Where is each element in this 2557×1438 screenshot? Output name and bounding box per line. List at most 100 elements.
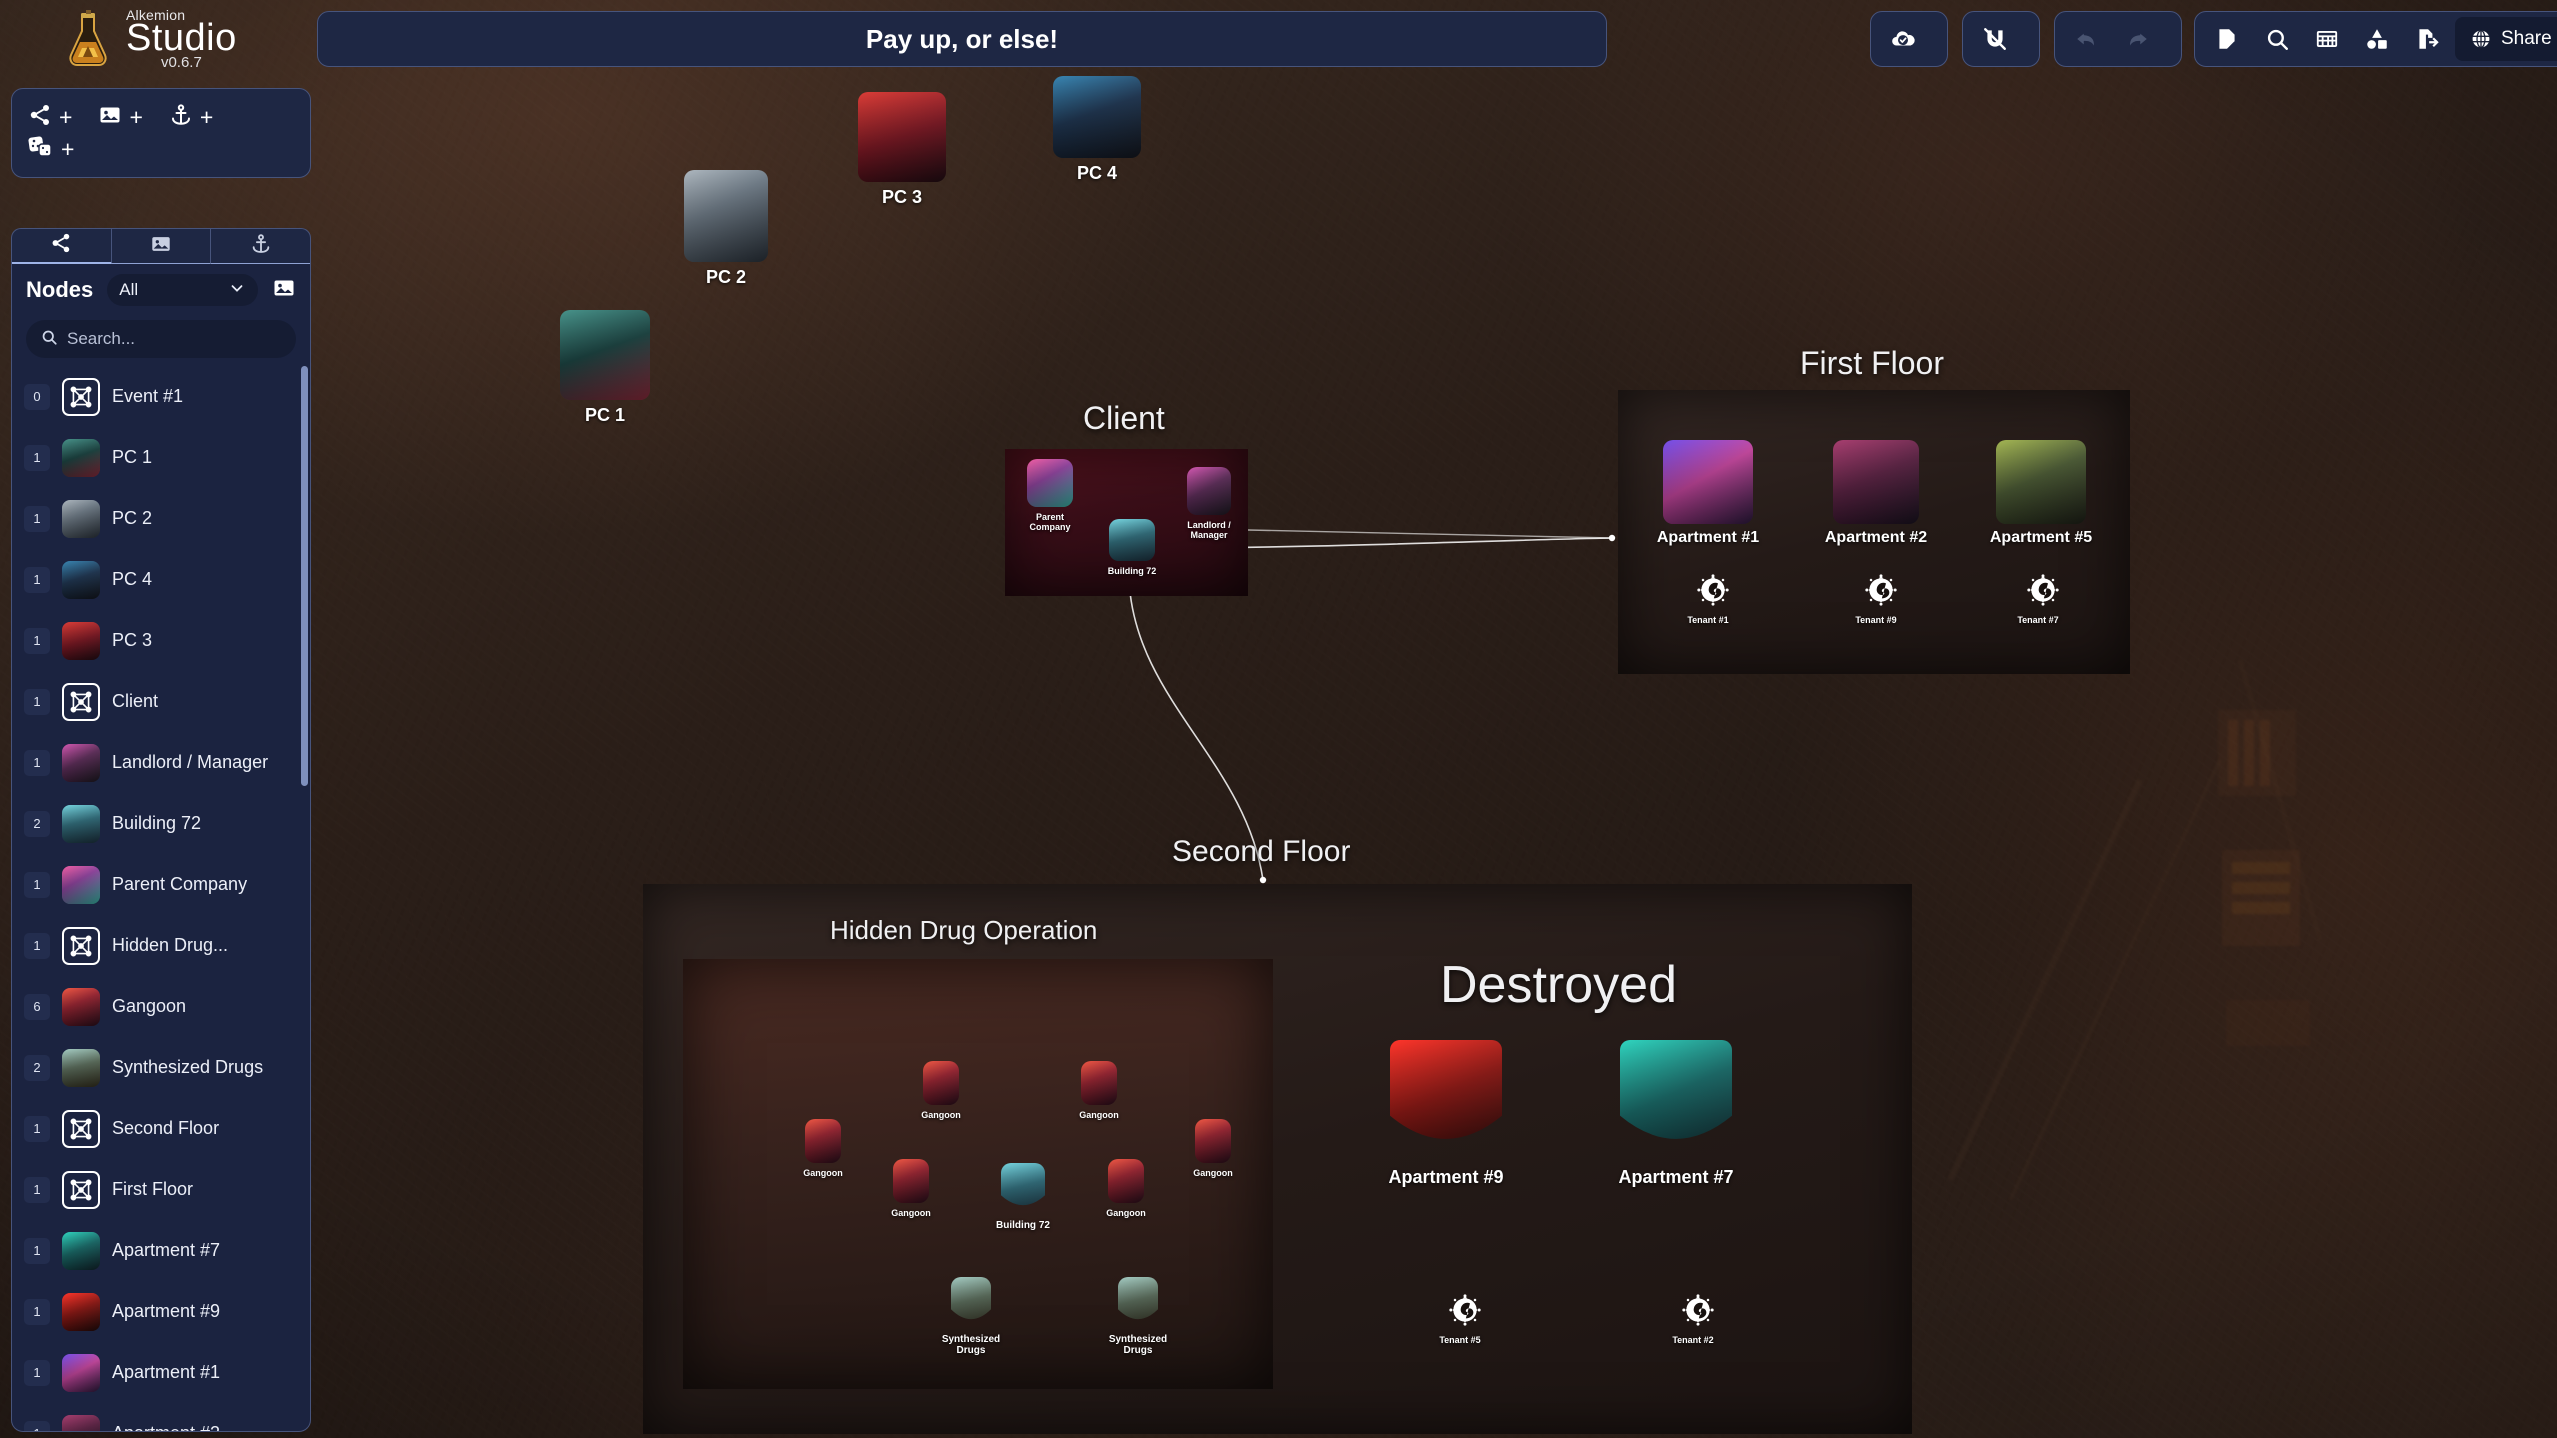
node-label: Parent Company — [1029, 512, 1071, 532]
search-button[interactable] — [2255, 17, 2299, 61]
node-thumbnail — [1109, 519, 1155, 561]
tenant-sigil-icon — [2023, 570, 2063, 610]
cluster-child-node[interactable]: Apartment #2 — [1825, 440, 1932, 547]
cluster-child-node[interactable]: Landlord / Manager — [1187, 467, 1241, 540]
node-list[interactable]: 0 Event #1 1 PC 1 1 PC 2 1 PC 4 1 PC 3 1 Client 1 Lan… — [12, 366, 310, 1431]
tab-nodes[interactable] — [12, 229, 112, 264]
synthesized-drugs-node[interactable]: Synthesized Drugs — [942, 1277, 1006, 1356]
redo-button[interactable] — [2115, 17, 2159, 61]
tenant-sigil-icon — [1693, 570, 1733, 610]
node-list-item-label: Parent Company — [112, 874, 248, 894]
add-dice-button[interactable]: + — [28, 135, 74, 164]
gangoon-node[interactable]: Gangoon — [921, 1061, 973, 1120]
grid-button[interactable] — [2305, 17, 2349, 61]
node-list-item[interactable]: 1 PC 2 — [12, 488, 302, 549]
main-toolbar-group: Share — [2194, 11, 2557, 67]
node-list-item[interactable]: 6 Gangoon — [12, 976, 302, 1037]
file-export-button[interactable] — [2405, 17, 2449, 61]
node-graph-canvas[interactable]: PC 1 PC 2 PC 3 PC 4 Client Parent Company Land… — [0, 0, 2557, 1438]
node-list-item[interactable]: 1 Apartment #7 — [12, 1220, 302, 1281]
node-list-item[interactable]: 1 Parent Company — [12, 854, 302, 915]
node-list-item[interactable]: 1 Apartment #2 — [12, 1403, 302, 1431]
node-list-item[interactable]: 1 Second Floor — [12, 1098, 302, 1159]
tenant-node[interactable]: Tenant #1 — [1687, 570, 1738, 625]
synthesized-drugs-node[interactable]: Synthesized Drugs — [1109, 1277, 1173, 1356]
node-list-item[interactable]: 0 Event #1 — [12, 366, 302, 427]
building-72-node[interactable]: Building 72 — [996, 1163, 1058, 1231]
node-list-scrollbar[interactable] — [301, 366, 308, 786]
node-list-item-label: PC 4 — [112, 569, 153, 589]
node-thumbnail — [1027, 459, 1073, 507]
add-anchor-button[interactable]: + — [169, 103, 213, 132]
destroyed-apartment-node[interactable]: Apartment #7 — [1618, 1040, 1739, 1188]
add-node-button[interactable]: + — [28, 103, 72, 132]
node-thumbnail — [1663, 440, 1753, 524]
add-node-plus: + — [59, 103, 73, 130]
share-button[interactable]: Share — [2455, 17, 2557, 61]
project-title-bar[interactable]: Pay up, or else! — [317, 11, 1607, 67]
magnet-off-button[interactable] — [1973, 17, 2017, 61]
undo-button[interactable] — [2065, 17, 2109, 61]
node-label: Gangoon — [891, 1208, 931, 1218]
node-label: Gangoon — [921, 1110, 961, 1120]
node-filter-select[interactable]: All — [107, 274, 258, 306]
node-list-item[interactable]: 1 Landlord / Manager — [12, 732, 302, 793]
node-list-item[interactable]: 1 First Floor — [12, 1159, 302, 1220]
tab-anchors[interactable] — [211, 229, 310, 264]
graph-node-pc-2[interactable]: PC 2 — [684, 170, 789, 288]
shapes-button[interactable] — [2355, 17, 2399, 61]
cluster-child-node[interactable]: Apartment #1 — [1657, 440, 1764, 547]
node-list-item-label: Apartment #9 — [112, 1301, 221, 1321]
node-thumbnail — [1081, 1061, 1117, 1105]
add-entity-panel: + + + + — [11, 88, 311, 178]
node-list-item[interactable]: 1 PC 4 — [12, 549, 302, 610]
share-nodes-icon — [50, 232, 72, 259]
destroyed-apartment-node[interactable]: Apartment #9 — [1388, 1040, 1509, 1188]
node-label: Apartment #2 — [1824, 529, 1928, 546]
cluster-child-node[interactable]: Parent Company — [1027, 459, 1082, 532]
tenant-sigil-icon — [1678, 1290, 1718, 1330]
tenant-node[interactable]: Tenant #9 — [1855, 570, 1906, 625]
node-label: Landlord / Manager — [1187, 520, 1231, 540]
tab-images[interactable] — [111, 229, 212, 264]
search-input[interactable] — [67, 329, 288, 349]
node-list-item[interactable]: 1 Hidden Drug... — [12, 915, 302, 976]
node-list-item[interactable]: 2 Building 72 — [12, 793, 302, 854]
node-connection-count: 1 — [24, 627, 50, 654]
node-thumbnail — [62, 1414, 100, 1431]
nodes-panel-title: Nodes — [26, 277, 94, 302]
dice-icon — [28, 135, 54, 164]
search-box[interactable] — [26, 320, 296, 358]
graph-node-pc-1[interactable]: PC 1 — [560, 310, 668, 426]
graph-node-pc-3[interactable]: PC 3 — [858, 92, 965, 208]
tenant-node[interactable]: Tenant #2 — [1672, 1290, 1723, 1345]
alkemion-flask-logo — [69, 10, 107, 66]
cluster-node-icon — [62, 926, 100, 965]
tenant-node[interactable]: Tenant #7 — [2017, 570, 2068, 625]
node-list-item[interactable]: 1 PC 1 — [12, 427, 302, 488]
node-thumbnail — [1001, 1163, 1045, 1215]
node-thumbnail — [560, 310, 650, 400]
cluster-child-node[interactable]: Apartment #5 — [1990, 440, 2097, 547]
save-cloud-button[interactable] — [1881, 17, 1925, 61]
tenant-label: Tenant #7 — [2017, 615, 2059, 625]
gangoon-node[interactable]: Gangoon — [891, 1159, 943, 1218]
tenant-node[interactable]: Tenant #5 — [1439, 1290, 1490, 1345]
node-list-item[interactable]: 1 Apartment #1 — [12, 1342, 302, 1403]
node-list-item[interactable]: 1 Client — [12, 671, 302, 732]
add-image-button[interactable]: + — [98, 103, 143, 132]
node-label: PC 2 — [705, 267, 747, 287]
gangoon-node[interactable]: Gangoon — [1193, 1119, 1245, 1178]
gangoon-node[interactable]: Gangoon — [1079, 1061, 1131, 1120]
graph-node-pc-4[interactable]: PC 4 — [1053, 76, 1160, 184]
cluster-child-node[interactable]: Building 72 — [1108, 519, 1164, 576]
new-document-button[interactable] — [2205, 17, 2249, 61]
node-thumbnail — [858, 92, 946, 182]
node-thumbnail — [62, 987, 100, 1026]
node-list-item[interactable]: 2 Synthesized Drugs — [12, 1037, 302, 1098]
node-list-item[interactable]: 1 PC 3 — [12, 610, 302, 671]
gangoon-node[interactable]: Gangoon — [803, 1119, 855, 1178]
toggle-thumbnails-icon[interactable] — [272, 276, 296, 305]
node-list-item[interactable]: 1 Apartment #9 — [12, 1281, 302, 1342]
gangoon-node[interactable]: Gangoon — [1106, 1159, 1158, 1218]
